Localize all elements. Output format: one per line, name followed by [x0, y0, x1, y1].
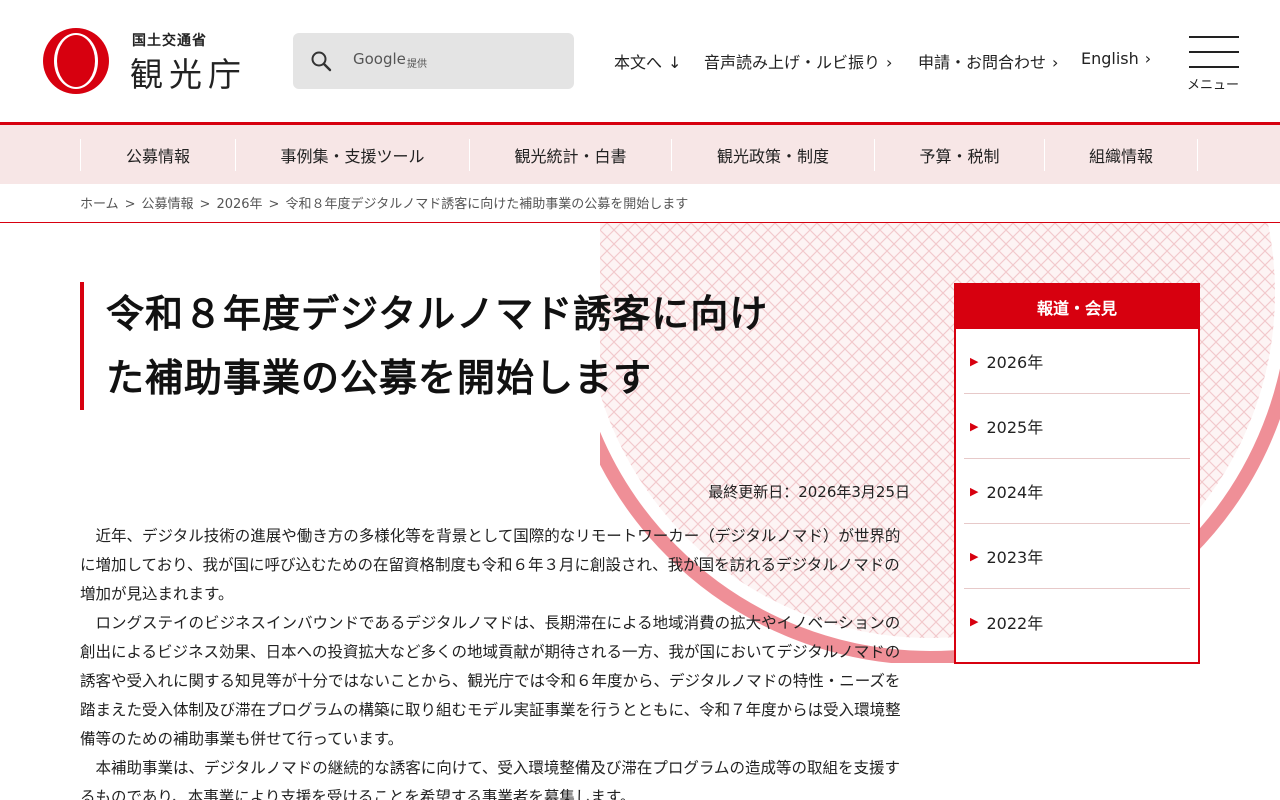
page-title-line-2: た補助事業の公募を開始します — [106, 356, 653, 400]
hamburger-icon-line — [1189, 66, 1239, 68]
sidebar-item-label: 2023年 — [986, 548, 1044, 567]
search-icon[interactable] — [310, 50, 332, 72]
site-header: 国土交通省 観光庁 Google 提供 本文へ ↓ 音声読み上げ・ルビ振り › 申請… — [0, 0, 1280, 122]
triangle-right-icon: ▶ — [970, 354, 979, 368]
nav-item-case-studies[interactable]: 事例集・支援ツール — [235, 139, 469, 171]
breadcrumb-separator: > — [124, 197, 136, 212]
english-label: English — [1081, 49, 1139, 68]
breadcrumb-separator: > — [268, 197, 280, 212]
search-google-label: Google — [353, 50, 406, 68]
triangle-right-icon: ▶ — [970, 549, 979, 563]
breadcrumb-year[interactable]: 2026年 — [216, 197, 262, 212]
search-box[interactable]: Google 提供 — [293, 33, 574, 89]
last-updated: 最終更新日：2026年3月25日 — [708, 483, 910, 501]
global-nav: 公募情報 事例集・支援ツール 観光統計・白書 観光政策・制度 予算・税制 組織情… — [0, 122, 1280, 184]
sidebar-item-2022[interactable]: ▶ 2022年 — [964, 589, 1190, 654]
breadcrumb-separator: > — [199, 197, 211, 212]
nav-item-policy[interactable]: 観光政策・制度 — [671, 139, 874, 171]
sidebar-item-2023[interactable]: ▶ 2023年 — [964, 524, 1190, 589]
skip-to-content-label: 本文へ — [614, 53, 663, 72]
chevron-right-icon: › — [886, 53, 893, 72]
nav-item-organization[interactable]: 組織情報 — [1044, 139, 1198, 171]
triangle-right-icon: ▶ — [970, 419, 979, 433]
contact-link[interactable]: 申請・お問合わせ › — [918, 49, 1058, 73]
nav-item-statistics[interactable]: 観光統計・白書 — [469, 139, 671, 171]
breadcrumb-home[interactable]: ホーム — [80, 197, 119, 212]
sidebar-item-label: 2024年 — [986, 483, 1044, 502]
sidebar-item-label: 2022年 — [986, 613, 1044, 633]
nav-item-budget[interactable]: 予算・税制 — [874, 139, 1044, 171]
text-to-speech-label: 音声読み上げ・ルビ振り — [704, 53, 881, 72]
english-link[interactable]: English › — [1081, 49, 1151, 68]
nav-item-public-offering[interactable]: 公募情報 — [80, 139, 235, 171]
menu-button[interactable]: メニュー — [1186, 34, 1242, 94]
article-paragraph: 本補助事業は、デジタルノマドの継続的な誘客に向けて、受入環境整備及び滞在プログラ… — [80, 759, 900, 800]
triangle-right-icon: ▶ — [970, 484, 979, 498]
skip-to-content-link[interactable]: 本文へ ↓ — [614, 49, 681, 73]
logo-mark-icon — [43, 28, 109, 94]
sidebar-heading: 報道・会見 — [956, 285, 1198, 329]
menu-label: メニュー — [1187, 78, 1240, 93]
chevron-right-icon: › — [1052, 53, 1059, 72]
hamburger-icon-line — [1189, 51, 1239, 53]
sidebar-item-label: 2025年 — [986, 418, 1044, 437]
sidebar-item-2025[interactable]: ▶ 2025年 — [964, 394, 1190, 459]
article-paragraph: 近年、デジタル技術の進展や働き方の多様化等を背景として国際的なリモートワーカー（… — [80, 527, 901, 603]
sidebar-item-2026[interactable]: ▶ 2026年 — [964, 329, 1190, 394]
site-logo[interactable]: 国土交通省 観光庁 — [40, 28, 260, 94]
hamburger-icon — [1189, 36, 1239, 38]
sidebar-item-label: 2026年 — [986, 353, 1044, 372]
press-sidebar: 報道・会見 ▶ 2026年 ▶ 2025年 ▶ 2024年 ▶ 2023年 ▶ 2022年 — [954, 283, 1200, 664]
logo-agency-text: 観光庁 — [130, 55, 247, 94]
search-provided-label: 提供 — [407, 59, 427, 70]
contact-label: 申請・お問合わせ — [918, 53, 1047, 72]
breadcrumb-public-offering[interactable]: 公募情報 — [142, 197, 194, 212]
sidebar-item-2024[interactable]: ▶ 2024年 — [964, 459, 1190, 524]
page-title: 令和８年度デジタルノマド誘客に向け た補助事業の公募を開始します — [80, 282, 900, 410]
chevron-right-icon: › — [1144, 49, 1152, 68]
page-title-line-1: 令和８年度デジタルノマド誘客に向け — [106, 292, 769, 336]
text-to-speech-link[interactable]: 音声読み上げ・ルビ振り › — [704, 49, 892, 73]
triangle-right-icon: ▶ — [970, 615, 979, 628]
article-paragraph: ロングステイのビジネスインバウンドであるデジタルノマドは、長期滞在による地域消費… — [80, 614, 901, 748]
arrow-down-icon: ↓ — [668, 53, 682, 72]
logo-ministry-text: 国土交通省 — [132, 33, 207, 49]
breadcrumb-current: 令和８年度デジタルノマド誘客に向けた補助事業の公募を開始します — [285, 197, 689, 212]
breadcrumb: ホーム > 公募情報 >2026年 > 令和８年度デジタルノマド誘客に向けた補助事業の公募… — [80, 193, 688, 212]
article-body: 近年、デジタル技術の進展や働き方の多様化等を背景として国際的なリモートワーカー（… — [80, 522, 906, 800]
